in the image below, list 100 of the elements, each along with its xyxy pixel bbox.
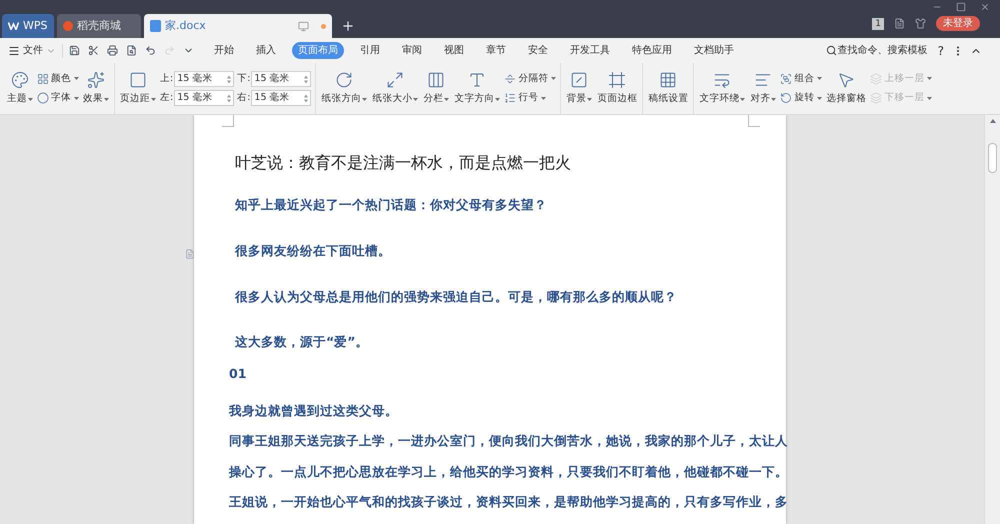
caret-icon [551, 77, 556, 80]
rotate-icon [780, 92, 792, 104]
new-tab-icon[interactable] [341, 19, 355, 33]
ribbon-button[interactable]: 页面边框 [596, 70, 638, 106]
paragraph-layout-icon[interactable] [185, 249, 195, 259]
square-icon [129, 70, 147, 89]
scroll-up-icon[interactable] [990, 119, 996, 123]
ribbon-button[interactable]: 组合 [780, 72, 822, 86]
caret-icon [541, 96, 546, 100]
maximize-icon[interactable] [956, 2, 966, 12]
text-icon [468, 70, 486, 89]
circle-icon [37, 92, 49, 104]
wps-logo-icon [8, 22, 19, 30]
document-tab[interactable]: 家.docx [144, 14, 332, 38]
close-icon[interactable] [980, 2, 990, 12]
margin-field[interactable]: 15 毫米 [174, 90, 234, 106]
ribbon-tab[interactable]: 引用 [354, 42, 386, 59]
count-badge[interactable]: 1 [872, 18, 884, 30]
preview-icon[interactable] [126, 45, 137, 56]
print-icon[interactable] [107, 45, 118, 56]
margin-field[interactable]: 15 毫米 [174, 71, 234, 87]
caret-icon [495, 98, 500, 100]
paragraph-line: 操心了。一点儿不把心思放在学习上，给他买的学习资料，只要我们不盯着他，他碰都不碰一下。 [229, 462, 786, 481]
paragraph-line: 很多人认为父母总是用他们的强势来强迫自己。可是，哪有那么多的顺从呢？ [235, 288, 678, 306]
ribbon-button[interactable]: 行号 [504, 91, 556, 106]
separator-icon [504, 72, 516, 85]
paragraph-line: 王姐说，一开始也心平气和的找孩子谈过，资料买回来，是帮助他学习提高的，只有多写作业，多 [229, 493, 786, 512]
margin-label: 上: [160, 72, 174, 86]
paragraph-line: 01 [229, 365, 248, 383]
ribbon-button[interactable]: 文字环绕 [698, 70, 746, 106]
document-tab[interactable]: 稻壳商城 [57, 14, 141, 38]
help-button[interactable]: ? [938, 42, 944, 60]
undo-icon[interactable] [145, 45, 156, 56]
paragraph-line: 同事王姐那天送完孩子上学，一进办公室门，便向我们大倒苦水，她说，我家的那个儿子，太让人 [229, 432, 786, 450]
ribbon-tab[interactable]: 开发工具 [564, 42, 616, 59]
caret-icon [817, 96, 822, 100]
scrollbar-thumb[interactable] [988, 143, 997, 173]
scissors-icon[interactable] [88, 45, 99, 56]
sparkle-icon [87, 70, 105, 89]
paragraph-line: 知乎上最近兴起了一个热门话题：你对父母有多失望？ [235, 196, 548, 214]
ribbon-button[interactable]: 对齐 [749, 70, 778, 106]
ribbon-button[interactable]: 分隔符 [504, 72, 556, 86]
margin-corner-icon [222, 115, 234, 127]
command-search[interactable]: 查找命令、搜索模板 [838, 43, 928, 58]
caret-icon [927, 96, 932, 100]
ribbon-button[interactable]: 旋转 [780, 91, 822, 106]
layers-icon [870, 92, 882, 104]
monitor-icon[interactable] [298, 20, 309, 32]
margin-field[interactable]: 15 毫米 [251, 71, 312, 87]
pointer-icon [837, 70, 856, 89]
spinner-icon[interactable] [227, 94, 232, 102]
ribbon-button[interactable]: 选择窗格 [825, 70, 868, 106]
ribbon-tab[interactable]: 章节 [480, 42, 512, 59]
caret-icon [362, 98, 368, 100]
ribbon-button[interactable]: 颜色 [37, 72, 79, 86]
ribbon-button[interactable]: 分栏 [422, 70, 450, 106]
ribbon-button[interactable]: 页边距 [119, 70, 157, 106]
shirt-icon[interactable] [915, 18, 926, 29]
caret-icon [74, 96, 79, 100]
caret-icon [927, 77, 932, 80]
numbered-list-icon [504, 92, 516, 104]
save-icon[interactable] [69, 45, 80, 56]
margin-field[interactable]: 15 毫米 [251, 90, 312, 106]
paragraph-line: 很多网友纷纷在下面吐槽。 [235, 242, 392, 260]
rotate-icon [335, 70, 354, 89]
file-menu[interactable]: 文件 [23, 43, 43, 58]
spinner-icon[interactable] [227, 74, 232, 84]
margin-label: 下: [237, 72, 250, 86]
caret-icon [151, 98, 156, 100]
spinner-icon[interactable] [304, 74, 308, 84]
ribbon-button[interactable]: 文字方向 [453, 70, 502, 106]
palette-icon [11, 70, 29, 89]
document-tab[interactable]: WPS [2, 14, 54, 38]
login-button[interactable]: 未登录 [936, 16, 980, 31]
document-heading: 叶芝说：教育不是注满一杯水，而是点燃一把火 [235, 152, 572, 174]
ribbon-tab[interactable]: 特色应用 [626, 42, 678, 59]
ribbon-button[interactable]: 纸张方向 [320, 70, 368, 106]
ribbon-tab[interactable]: 开始 [208, 42, 240, 59]
ribbon-tab[interactable]: 插入 [250, 42, 282, 59]
spinner-icon[interactable] [304, 94, 308, 102]
ribbon-tab[interactable]: 安全 [522, 42, 554, 59]
ribbon-button[interactable]: 稿纸设置 [647, 70, 690, 106]
grid-icon [37, 72, 49, 85]
search-icon[interactable] [826, 45, 837, 56]
slashed-square-icon [570, 70, 588, 89]
ribbon-button[interactable]: 背景 [565, 70, 594, 106]
margin-corner-icon [748, 115, 760, 127]
ribbon-button[interactable]: 效果 [82, 70, 110, 106]
caret-icon [104, 98, 109, 100]
ribbon-tab[interactable]: 文档助手 [688, 42, 740, 59]
ribbon-tab[interactable]: 审阅 [396, 42, 428, 59]
ribbon-button[interactable]: 字体 [37, 91, 79, 106]
menu-icon[interactable] [8, 44, 20, 56]
margin-label: 右: [237, 90, 250, 105]
resize-icon [386, 70, 404, 89]
columns-icon [427, 70, 446, 89]
ribbon-button[interactable]: 主题 [6, 70, 34, 106]
ribbon-button[interactable]: 纸张大小 [371, 70, 420, 106]
caret-icon [444, 98, 450, 100]
ribbon-tab[interactable]: 视图 [438, 42, 470, 59]
